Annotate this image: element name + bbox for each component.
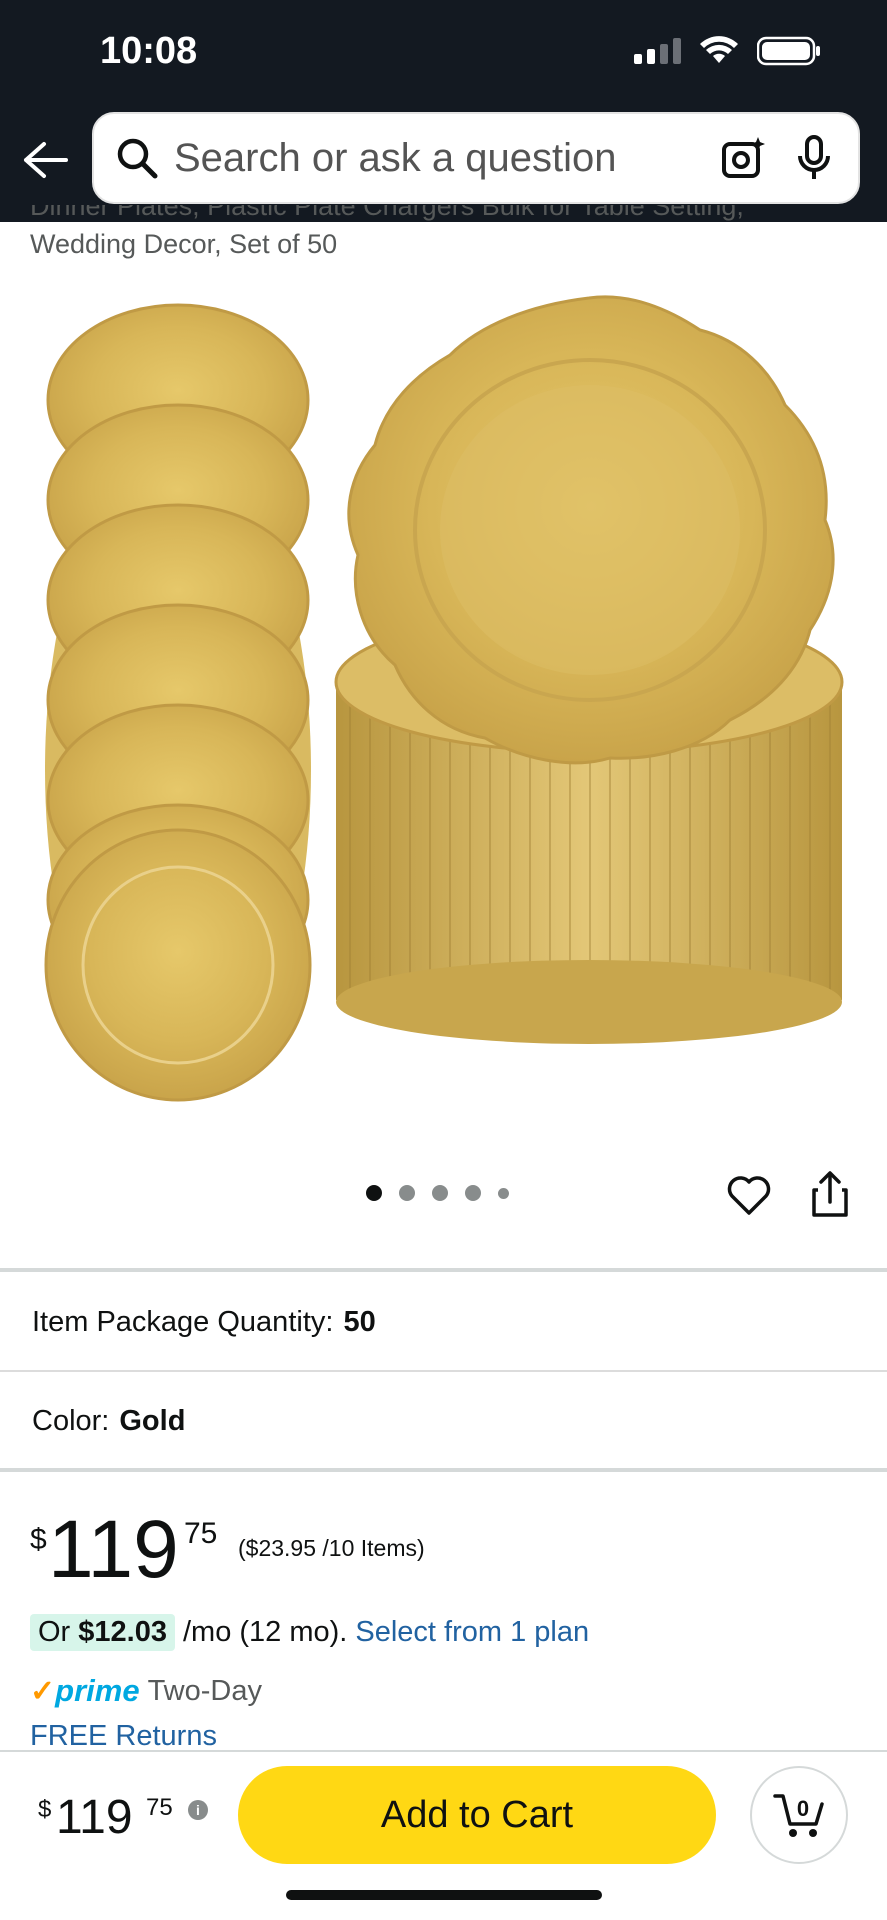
cart-count: 0 [797,1796,809,1821]
prime-logo: prime [55,1673,140,1708]
package-quantity-label: Item Package Quantity: [32,1306,334,1338]
search-input[interactable]: Search or ask a question [92,112,860,204]
color-label: Color: [32,1405,110,1437]
search-placeholder: Search or ask a question [174,135,617,180]
select-plan-link[interactable]: Select from 1 plan [355,1616,589,1649]
price-fraction: 75 [184,1517,218,1550]
bottom-price-whole: 119 [56,1791,133,1844]
status-time: 10:08 [100,30,198,72]
share-icon[interactable] [810,1170,850,1218]
product-title: Dinner Plates, Plastic Plate Chargers Bu… [30,205,744,259]
package-quantity-row[interactable]: Item Package Quantity: 50 [32,1306,376,1339]
divider [0,1370,887,1372]
installment-badge: Or $12.03 [30,1614,175,1651]
image-carousel-dots[interactable] [366,1185,509,1201]
divider [0,1468,887,1472]
prime-check-icon: ✓ [30,1674,56,1708]
installment-term: /mo (12 mo). [182,1616,348,1648]
color-value: Gold [119,1405,186,1437]
home-indicator[interactable] [286,1890,602,1900]
carousel-dot[interactable] [399,1185,415,1201]
cart-icon: 0 [773,1794,824,1837]
price-whole: 119 [48,1504,179,1595]
free-returns-link[interactable]: FREE Returns [30,1720,217,1753]
price-symbol: $ [30,1523,47,1556]
bottom-price-symbol: $ [38,1796,52,1823]
add-to-cart-button[interactable]: Add to Cart [238,1766,716,1864]
shipping-speed: Two-Day [147,1674,262,1707]
product-image[interactable] [30,290,857,1110]
wifi-icon [700,36,738,63]
carousel-dot[interactable] [498,1187,509,1199]
signal-icon [634,38,681,64]
carousel-dot[interactable] [366,1185,382,1201]
package-quantity-value: 50 [343,1306,376,1338]
back-arrow-icon[interactable] [22,140,68,180]
top-header: 10:08 Search or ask a question [0,0,887,222]
info-icon[interactable]: i [188,1800,208,1820]
carousel-dot[interactable] [432,1185,448,1201]
cart-button[interactable]: 0 [750,1766,848,1864]
camera-icon[interactable] [720,135,766,181]
unit-price: ($23.95 /10 Items) [238,1535,425,1561]
color-row[interactable]: Color: Gold [32,1405,185,1438]
heart-icon[interactable] [726,1174,772,1216]
mic-icon[interactable] [796,134,832,182]
carousel-dot[interactable] [465,1185,481,1201]
right-standing-plate [347,295,835,765]
divider [0,1268,887,1272]
battery-icon [757,36,820,66]
prime-badge: ✓ prime Two-Day [30,1673,262,1709]
search-icon [117,138,158,179]
bottom-price-fraction: 75 [146,1794,173,1821]
left-plate-stack [44,303,312,1102]
installment-offer: Or $12.03 /mo (12 mo). Select from 1 pla… [30,1614,589,1651]
status-icons [634,36,821,66]
